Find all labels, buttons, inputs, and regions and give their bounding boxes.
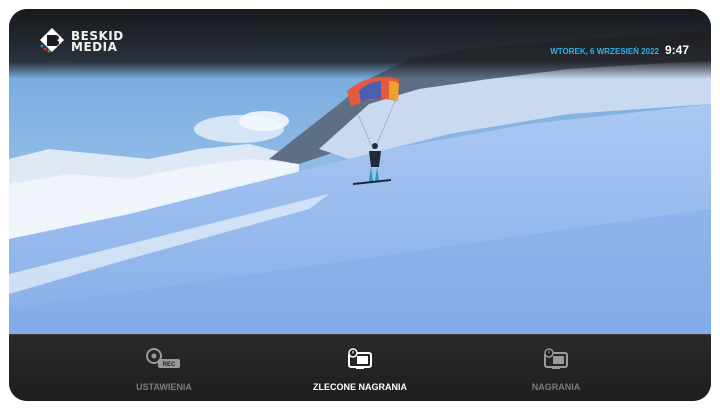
menu-item-zlecone-nagrania[interactable]: ZLECONE NAGRANIA [265, 335, 455, 401]
date-time: WTOREK, 6 WRZESIEŃ 2022 9:47 [550, 43, 689, 57]
clock-time: 9:47 [664, 43, 689, 57]
recordings-icon [544, 348, 568, 369]
svg-text:REC: REC [163, 362, 176, 368]
scheduled-recordings-icon [348, 348, 372, 369]
logo-wordmark: BESKID MEDIA [71, 29, 124, 54]
date-text: WTOREK, 6 WRZESIEŃ 2022 [550, 47, 659, 56]
menu-label-ustawienia: USTAWIENIA [136, 382, 192, 392]
menu-item-ustawienia[interactable]: REC USTAWIENIA [69, 335, 259, 401]
menu-label-zlecone-nagrania: ZLECONE NAGRANIA [313, 382, 407, 392]
beskid-media-logo-icon [40, 28, 64, 53]
menu-label-nagrania: NAGRANIA [531, 382, 581, 392]
record-settings-icon: REC [146, 348, 180, 368]
menu-item-nagrania[interactable]: NAGRANIA [461, 335, 651, 401]
channel-label: ROSYJKA [47, 61, 77, 67]
bottom-menu: REC USTAWIENIA ZLECONE NAGRANIA NAGRANIA [9, 334, 711, 401]
tv-screen: BESKID MEDIA ROSYJKA WTOREK, 6 WRZESIEŃ … [9, 9, 711, 401]
top-bar: BESKID MEDIA ROSYJKA WTOREK, 6 WRZESIEŃ … [9, 9, 711, 79]
